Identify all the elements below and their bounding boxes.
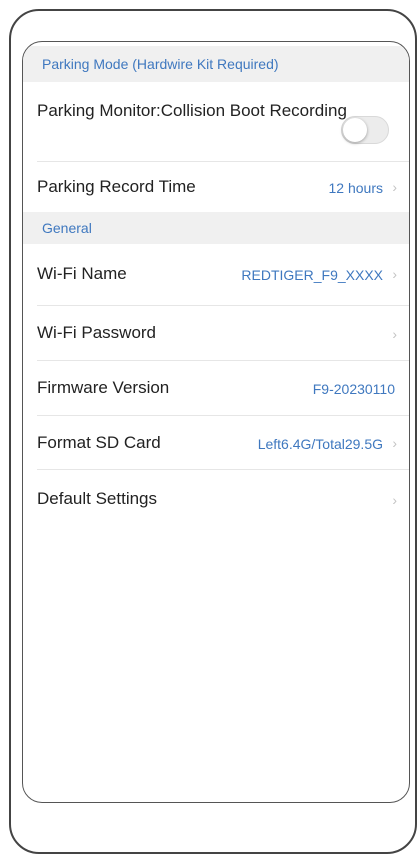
format-sd-card-value: Left6.4G/Total29.5G (257, 436, 383, 452)
row-parking-record-time[interactable]: Parking Record Time 12 hours › (23, 162, 409, 212)
row-firmware-version: Firmware Version F9-20230110 (23, 361, 409, 416)
firmware-version-value: F9-20230110 (312, 381, 395, 397)
wifi-name-label: Wi-Fi Name (37, 264, 127, 283)
row-wifi-name[interactable]: Wi-Fi Name REDTIGER_F9_XXXX › (23, 244, 409, 306)
parking-monitor-toggle[interactable] (341, 116, 389, 144)
chevron-right-icon: › (392, 492, 397, 508)
parking-record-time-label: Parking Record Time (37, 177, 196, 196)
row-default-settings[interactable]: Default Settings › (23, 470, 409, 524)
parking-record-time-value: 12 hours (328, 180, 383, 196)
default-settings-label: Default Settings (37, 489, 158, 508)
row-parking-monitor: Parking Monitor:Collision Boot Recording (23, 82, 409, 162)
toggle-knob (343, 118, 367, 142)
row-wifi-password[interactable]: Wi-Fi Password › (23, 306, 409, 361)
wifi-name-value: REDTIGER_F9_XXXX (241, 267, 383, 283)
section-header-general: General (23, 212, 409, 244)
row-format-sd-card[interactable]: Format SD Card Left6.4G/Total29.5G › (23, 416, 409, 470)
settings-screen: Parking Mode (Hardwire Kit Required) Par… (22, 41, 410, 803)
firmware-version-label: Firmware Version (37, 378, 170, 397)
chevron-right-icon: › (392, 179, 397, 195)
chevron-right-icon: › (392, 326, 397, 342)
chevron-right-icon: › (392, 435, 397, 451)
parking-monitor-label: Parking Monitor:Collision Boot Recording (37, 101, 347, 120)
wifi-password-label: Wi-Fi Password (37, 323, 157, 342)
section-header-parking-mode: Parking Mode (Hardwire Kit Required) (23, 46, 409, 82)
chevron-right-icon: › (392, 266, 397, 282)
format-sd-card-label: Format SD Card (37, 433, 161, 452)
